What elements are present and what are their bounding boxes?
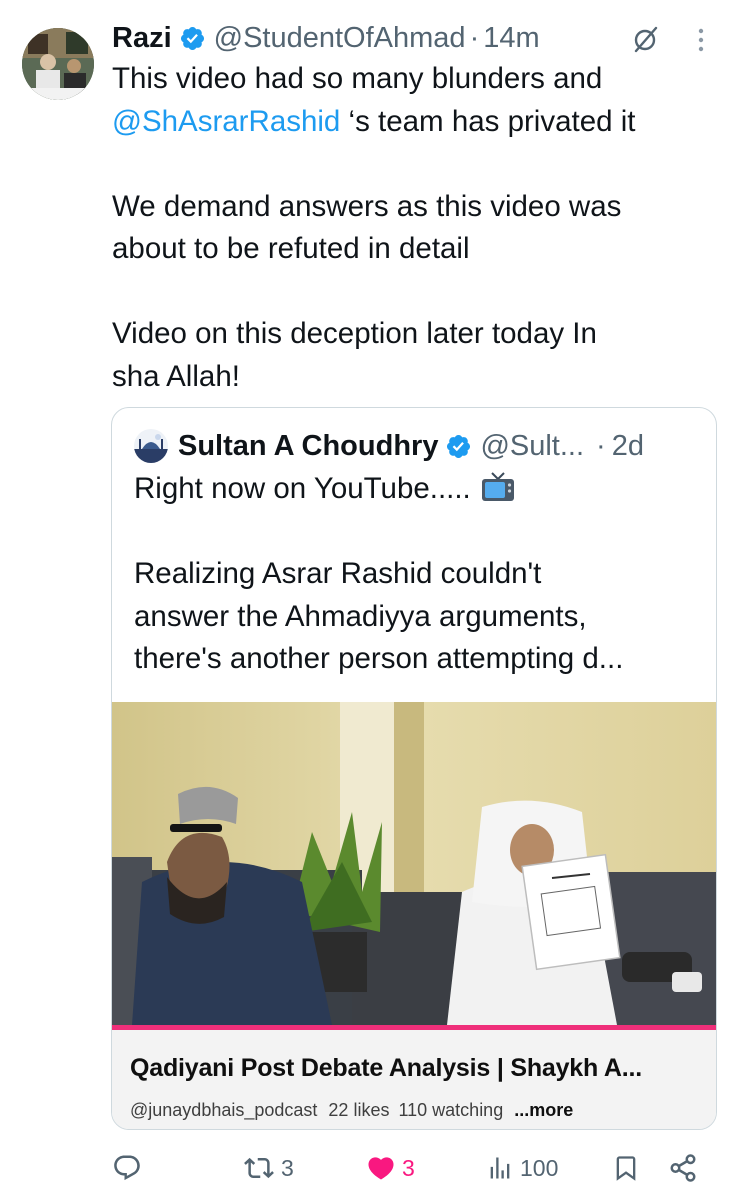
quote-author-avatar[interactable] bbox=[134, 429, 168, 463]
author-name[interactable]: Razi bbox=[112, 22, 172, 55]
tweet-time[interactable]: 14m bbox=[483, 22, 539, 55]
tweet-line-text: ‘s team has privated it bbox=[340, 104, 636, 138]
video-meta: @junaydbhais_podcast 22 likes 110 watchi… bbox=[130, 1100, 573, 1121]
quote-line: Realizing Asrar Rashid couldn't bbox=[134, 557, 542, 590]
video-watching: 110 watching bbox=[398, 1100, 504, 1120]
quoted-tweet[interactable]: Sultan A Choudhry @Sult... · 2d Right no… bbox=[111, 407, 717, 1130]
bookmark-icon bbox=[616, 1156, 636, 1181]
verified-badge-icon bbox=[180, 26, 204, 50]
channel-handle[interactable]: @junaydbhais_podcast bbox=[130, 1100, 317, 1120]
time-separator: · bbox=[469, 21, 480, 54]
tv-emoji-icon bbox=[481, 472, 514, 501]
mention-link[interactable]: @ShAsrarRashid bbox=[112, 105, 340, 138]
bookmark-button[interactable] bbox=[612, 1146, 640, 1190]
quote-line: there's another person attempting d... bbox=[134, 642, 624, 675]
views-button[interactable]: 100 bbox=[486, 1146, 558, 1190]
time-separator: · bbox=[596, 429, 606, 462]
video-title[interactable]: Qadiyani Post Debate Analysis | Shaykh A… bbox=[130, 1054, 642, 1083]
repost-count: 3 bbox=[281, 1154, 294, 1181]
tweet-line: sha Allah! bbox=[112, 359, 240, 393]
repost-icon bbox=[244, 1157, 274, 1179]
more-link[interactable]: ...more bbox=[514, 1100, 573, 1120]
tweet-header: Razi @StudentOfAhmad · 14m bbox=[112, 18, 712, 58]
quote-author-handle[interactable]: @Sult... bbox=[480, 430, 584, 463]
tweet-line: We demand answers as this video was bbox=[112, 189, 622, 223]
like-count: 3 bbox=[402, 1154, 415, 1181]
video-thumbnail[interactable] bbox=[112, 702, 716, 1025]
tweet-line: @ShAsrarRashid ‘s team has privated it bbox=[112, 101, 712, 144]
tweet-line: about to be refuted in detail bbox=[112, 232, 470, 265]
verified-badge-icon bbox=[447, 434, 471, 458]
views-icon bbox=[490, 1157, 510, 1179]
like-button[interactable]: 3 bbox=[366, 1146, 415, 1190]
grok-icon[interactable] bbox=[630, 23, 662, 55]
repost-button[interactable]: 3 bbox=[243, 1146, 294, 1190]
quote-line: answer the Ahmadiyya arguments, bbox=[134, 599, 587, 633]
quote-header: Sultan A Choudhry @Sult... · 2d bbox=[134, 428, 704, 464]
share-icon bbox=[670, 1154, 696, 1182]
author-avatar[interactable] bbox=[22, 28, 94, 100]
reply-button[interactable] bbox=[112, 1146, 148, 1190]
quote-author-name[interactable]: Sultan A Choudhry bbox=[178, 430, 438, 463]
action-bar: 3 3 100 bbox=[0, 1146, 739, 1190]
tweet-line: This video had so many blunders and bbox=[112, 62, 603, 95]
quote-line-text: Right now on YouTube..... bbox=[134, 472, 471, 505]
author-handle[interactable]: @StudentOfAhmad bbox=[214, 22, 466, 55]
more-options-icon[interactable] bbox=[696, 27, 706, 53]
share-button[interactable] bbox=[668, 1146, 698, 1190]
quote-text: Right now on YouTube..... Realizing Asra… bbox=[134, 468, 704, 681]
tweet-text: This video had so many blunders and @ShA… bbox=[112, 58, 712, 398]
youtube-card[interactable]: Qadiyani Post Debate Analysis | Shaykh A… bbox=[112, 1030, 716, 1129]
quote-line: Right now on YouTube..... bbox=[134, 468, 704, 511]
tweet-line: Video on this deception later today In bbox=[112, 317, 597, 350]
quote-time[interactable]: 2d bbox=[612, 430, 644, 463]
like-icon bbox=[368, 1157, 394, 1180]
views-count: 100 bbox=[520, 1154, 559, 1181]
reply-icon bbox=[114, 1155, 140, 1181]
video-likes: 22 likes bbox=[328, 1100, 390, 1120]
